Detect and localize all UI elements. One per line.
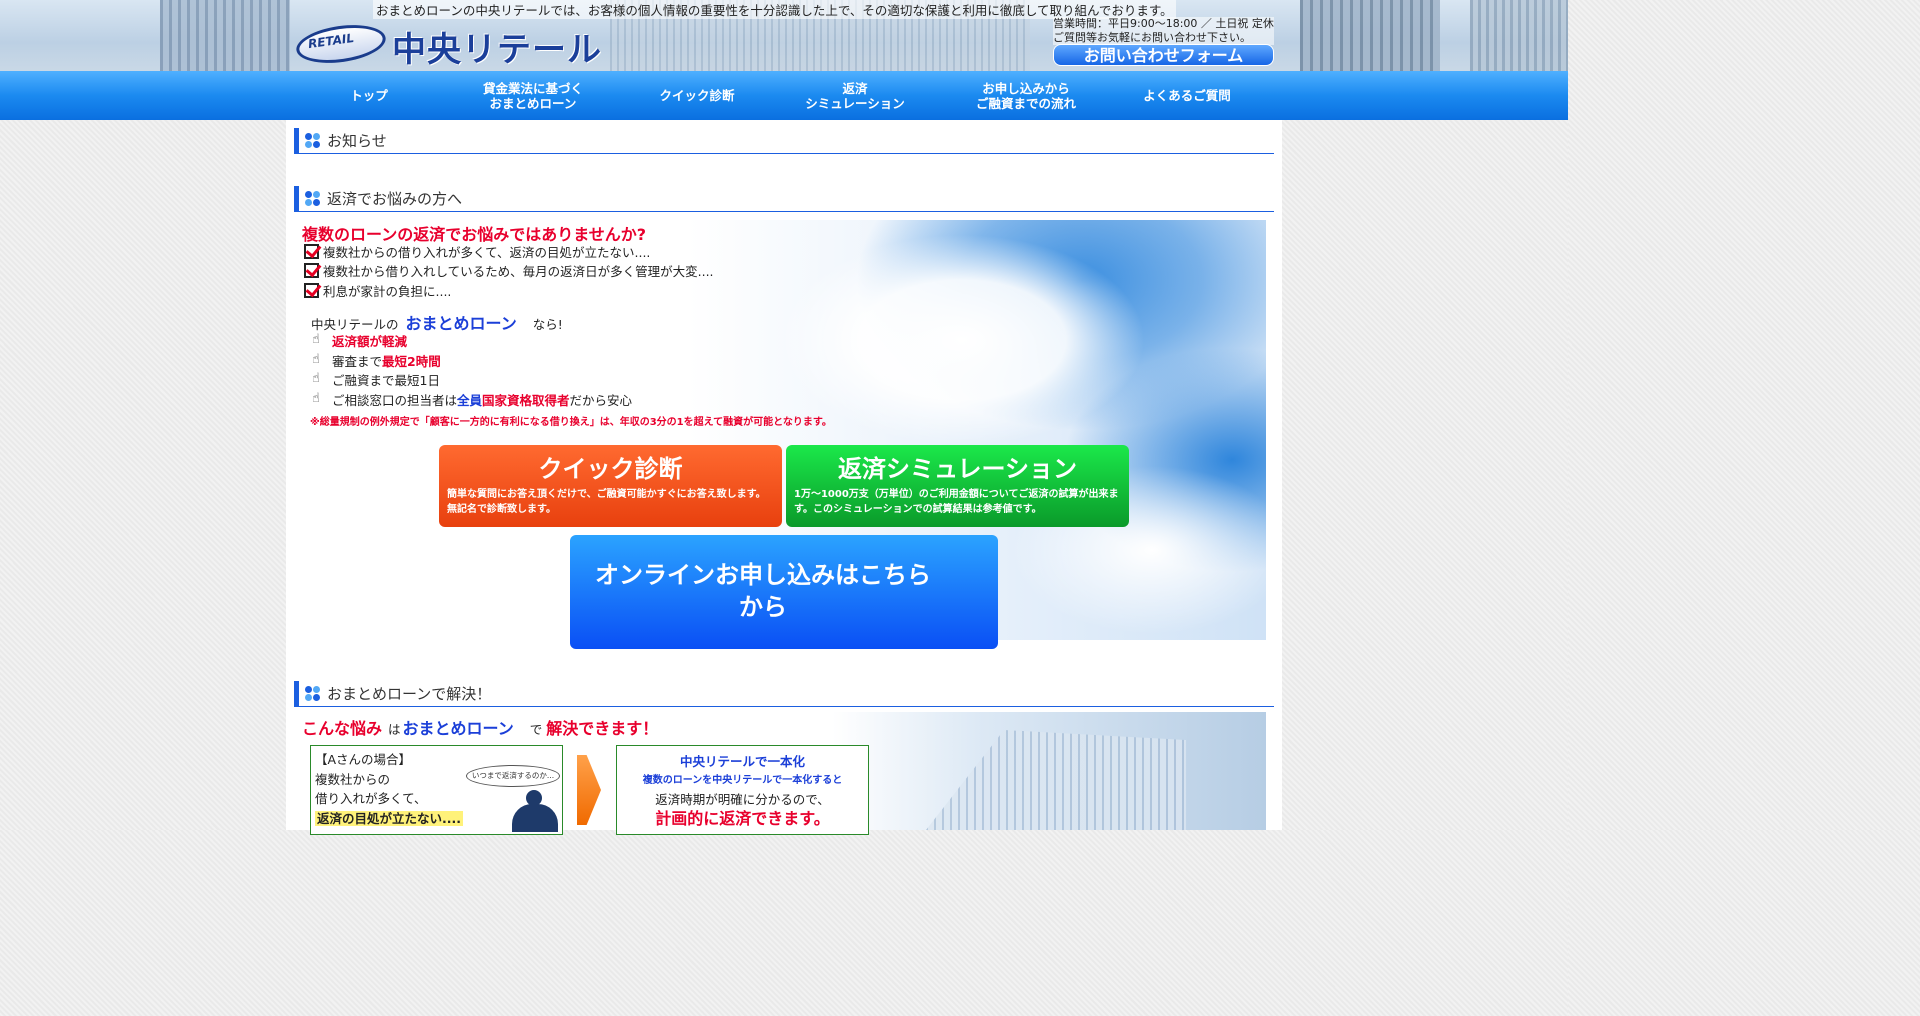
product-name: おまとめローン — [405, 314, 517, 333]
check-item: 利息が家計の負担に.... — [304, 281, 451, 299]
regulation-note: ※総量規制の例外規定で「顧客に一方的に有利になる借り換え」は、年収の3分の1を超… — [310, 417, 832, 428]
pointing-hand-icon: ☝ — [312, 352, 320, 367]
section-title: おまとめローンで解決！ — [327, 685, 492, 703]
thought-bubble: いつまで返済するのか... — [466, 765, 560, 787]
solve-particle: は — [388, 722, 401, 737]
business-hours: 営業時間：平日9:00～18:00 ／ 土日祝 定休 ご質問等お気軽にお問い合わ… — [1053, 17, 1274, 45]
solution-box: 中央リテールで一本化 複数のローンを中央リテールで一本化すると 返済時期が明確に… — [616, 745, 869, 835]
simulation-title: 返済シミュレーション — [837, 455, 1078, 483]
pointing-hand-icon: ☝ — [312, 332, 320, 347]
repayment-simulation-button[interactable]: 返済シミュレーション 1万～1000万支（万単位）のご利用金額についてご返済の試… — [786, 445, 1129, 527]
contact-form-button[interactable]: お問い合わせフォーム — [1053, 44, 1274, 66]
merit-text: ご相談窓口の担当者は — [332, 392, 458, 408]
check-item: 複数社から借り入れしているため、毎月の返済日が多く管理が大変.... — [304, 261, 714, 279]
merit-highlight: 返済額が軽減 — [332, 333, 408, 349]
solution-subtitle: 複数のローンを中央リテールで一本化すると — [642, 775, 843, 786]
section-title: 返済でお悩みの方へ — [327, 190, 463, 208]
check-item-text: 利息が家計の負担に.... — [323, 283, 452, 299]
solve-particle: で — [529, 722, 543, 737]
check-item-text: 複数社から借り入れしているため、毎月の返済日が多く管理が大変.... — [323, 263, 714, 279]
checkmark-icon — [304, 243, 319, 259]
product-intro-suffix: なら! — [532, 317, 563, 332]
checkmark-icon — [304, 282, 319, 298]
header-building-image — [160, 0, 290, 71]
section-dots-icon — [305, 132, 321, 149]
merit-text: だから安心 — [569, 392, 633, 408]
site-header: おまとめローンの中央リテールでは、お客様の個人情報の重要性を十分認識した上で、そ… — [0, 0, 1568, 71]
merit-text: 審査まで — [332, 353, 383, 369]
solution-title: 中央リテールで一本化 — [679, 754, 805, 769]
main-content: お知らせ 返済でお悩みの方へ 複数のローンの返済でお悩みではありませんか? 複数… — [286, 120, 1282, 835]
merit-item: ☝ 返済額が軽減 — [312, 331, 407, 349]
solution-line: 返済時期が明確に分かるので、 — [655, 792, 830, 807]
check-item-text: 複数社からの借り入れが多くて、返済の目処が立たない.... — [323, 244, 651, 260]
quick-check-title: クイック診断 — [538, 455, 683, 483]
section-dots-icon — [305, 685, 321, 702]
online-apply-label: オンラインお申し込みはこちらから — [595, 561, 931, 621]
merit-item: ☝ ご融資まで最短1日 — [312, 370, 440, 388]
hours-note: ご質問等お気軽にお問い合わせ下さい。 — [1053, 31, 1251, 44]
merit-item: ☝ 審査まで 最短2時間 — [312, 351, 441, 369]
main-nav: トップ 貸金業法に基づく おまとめローン クイック診断 返済 シミュレーション … — [0, 71, 1568, 120]
merit-highlight: 最短2時間 — [382, 353, 441, 369]
merit-text: ご融資まで最短1日 — [332, 372, 440, 388]
nav-item-quick-check[interactable]: クイック診断 — [624, 71, 770, 120]
check-item: 複数社からの借り入れが多くて、返済の目処が立たない.... — [304, 242, 650, 260]
solve-worry-text: こんな悩み — [302, 719, 383, 738]
pointing-hand-icon: ☝ — [312, 391, 320, 406]
section-header-solve: おまとめローンで解決！ — [294, 681, 1274, 707]
nav-item-simulation[interactable]: 返済 シミュレーション — [770, 71, 940, 120]
section-header-worry: 返済でお悩みの方へ — [294, 186, 1274, 212]
quick-check-button[interactable]: クイック診断 簡単な質問にお答え頂くだけで、ご融資可能かすぐにお答え致します。無… — [439, 445, 782, 527]
header-building-image — [1470, 0, 1568, 71]
nav-item-omatome-loan[interactable]: 貸金業法に基づく おまとめローン — [442, 71, 624, 120]
hours-line: 営業時間：平日9:00～18:00 ／ 土日祝 定休 — [1053, 17, 1274, 30]
header-building-image — [1300, 0, 1440, 71]
solution-highlight: 計画的に返済できます。 — [655, 809, 830, 828]
logo-name: 中央リテール — [392, 30, 602, 70]
nav-item-faq[interactable]: よくあるご質問 — [1112, 71, 1262, 120]
pointing-hand-icon: ☝ — [312, 371, 320, 386]
section-title: お知らせ — [327, 132, 387, 150]
section-header-news: お知らせ — [294, 128, 1274, 154]
solve-headline: こんな悩み は おまとめローン で 解決できます！ — [302, 715, 658, 739]
merit-item: ☝ ご相談窓口の担当者は 全員 国家資格取得者 だから安心 — [312, 390, 632, 408]
nav-item-top[interactable]: トップ — [296, 71, 442, 120]
simulation-desc: 1万～1000万支（万単位）のご利用金額についてご返済の試算が出来ます。このシミ… — [794, 489, 1119, 515]
site-logo[interactable]: RETAIL 中央リテール — [293, 19, 616, 70]
solve-result-text: 解決できます！ — [546, 719, 659, 738]
nav-item-flow[interactable]: お申し込みから ご融資までの流れ — [940, 71, 1112, 120]
merit-blue-highlight: 全員 — [457, 392, 483, 408]
online-apply-button[interactable]: オンラインお申し込みはこちらから — [570, 535, 998, 649]
checkmark-icon — [304, 262, 319, 278]
quick-check-desc: 簡単な質問にお答え頂くだけで、ご融資可能かすぐにお答え致します。無記名で診断致し… — [447, 489, 766, 515]
case-highlight: 返済の目処が立たない.... — [315, 810, 463, 826]
worried-person-icon — [508, 790, 560, 832]
section-dots-icon — [305, 190, 321, 207]
merit-highlight: 国家資格取得者 — [482, 392, 570, 408]
solve-product-text: おまとめローン — [402, 719, 514, 738]
